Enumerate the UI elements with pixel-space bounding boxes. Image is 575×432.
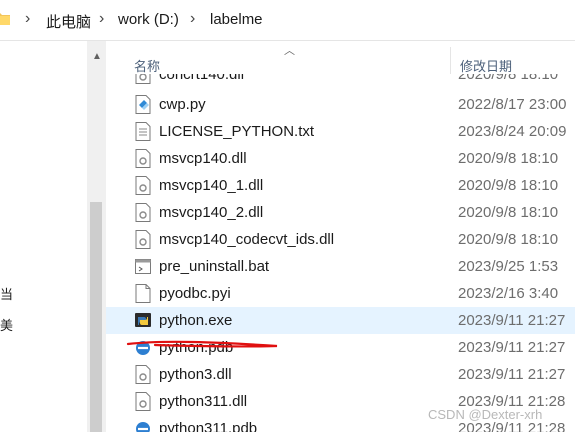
- folder-icon: [0, 13, 10, 25]
- file-date: 2023/8/24 20:09: [458, 123, 567, 140]
- file-row[interactable]: msvcp140_codecvt_ids.dll 2020/9/8 18:10: [106, 226, 575, 253]
- scrollbar-thumb[interactable]: [90, 202, 102, 432]
- batch-file-icon: [135, 259, 151, 274]
- python-exe-icon: [135, 313, 151, 327]
- file-name: LICENSE_PYTHON.txt: [159, 123, 315, 140]
- breadcrumb-this-pc[interactable]: 此电脑: [46, 11, 91, 32]
- file-date: 2023/9/11 21:27: [458, 339, 566, 356]
- file-row[interactable]: LICENSE_PYTHON.txt 2023/8/24 20:09: [106, 118, 575, 145]
- nav-scrollbar[interactable]: ▲: [87, 41, 106, 432]
- file-date: 2023/9/11 21:27: [458, 312, 566, 329]
- dll-icon: [135, 230, 151, 249]
- file-date: 2023/9/25 1:53: [458, 258, 559, 275]
- nav-item-label[interactable]: 当: [0, 284, 13, 303]
- file-name: msvcp140.dll: [159, 150, 247, 167]
- file-row[interactable]: msvcp140_2.dll 2020/9/8 18:10: [106, 199, 575, 226]
- file-name: cwp.py: [159, 96, 206, 113]
- file-name: msvcp140_1.dll: [159, 177, 264, 194]
- file-row[interactable]: pyodbc.pyi 2023/2/16 3:40: [106, 280, 575, 307]
- dll-icon: [135, 365, 151, 384]
- sort-ascending-icon: ︿: [284, 45, 295, 57]
- dll-icon: [135, 74, 151, 84]
- file-row[interactable]: concrt140.dll 2020/9/8 18:10: [106, 74, 575, 88]
- watermark: CSDN @Dexter-xrh: [428, 407, 543, 422]
- scroll-up-icon[interactable]: ▲: [92, 51, 102, 62]
- address-bar[interactable]: › 此电脑 › work (D:) › labelme: [0, 0, 575, 41]
- dll-icon: [135, 149, 151, 168]
- breadcrumb-separator[interactable]: ›: [190, 10, 195, 28]
- dll-icon: [135, 392, 151, 411]
- file-name: msvcp140_codecvt_ids.dll: [159, 231, 335, 248]
- column-date-header[interactable]: 修改日期: [460, 56, 512, 75]
- breadcrumb-drive-d[interactable]: work (D:): [118, 11, 179, 28]
- navigation-pane: 当 美: [0, 41, 87, 432]
- file-date: 2023/9/11 21:27: [458, 366, 566, 383]
- file-row-selected[interactable]: python.exe 2023/9/11 21:27: [106, 307, 575, 334]
- breadcrumb-separator[interactable]: ›: [25, 10, 30, 28]
- file-date: 2023/2/16 3:40: [458, 285, 559, 302]
- file-date: 2020/9/8 18:10: [458, 177, 559, 194]
- file-date: 2022/8/17 23:00: [458, 96, 567, 113]
- python-script-icon: [135, 95, 151, 114]
- file-row[interactable]: cwp.py 2022/8/17 23:00: [106, 91, 575, 118]
- nav-item-label[interactable]: 美: [0, 315, 13, 334]
- text-file-icon: [135, 122, 151, 141]
- column-divider[interactable]: [450, 47, 451, 74]
- file-date: 2020/9/8 18:10: [458, 231, 559, 248]
- file-row[interactable]: python3.dll 2023/9/11 21:27: [106, 361, 575, 388]
- file-row[interactable]: pre_uninstall.bat 2023/9/25 1:53: [106, 253, 575, 280]
- file-name: python311.pdb: [159, 420, 258, 432]
- file-row[interactable]: msvcp140_1.dll 2020/9/8 18:10: [106, 172, 575, 199]
- red-underline-annotation: [126, 340, 278, 348]
- column-name-header[interactable]: 名称: [134, 56, 160, 75]
- file-date: 2020/9/8 18:10: [458, 74, 559, 83]
- file-date: 2020/9/8 18:10: [458, 150, 559, 167]
- breadcrumb-labelme[interactable]: labelme: [210, 11, 263, 28]
- file-name: pre_uninstall.bat: [159, 258, 270, 275]
- file-name: python.exe: [159, 312, 233, 329]
- file-date: 2020/9/8 18:10: [458, 204, 559, 221]
- pdb-file-icon: [136, 422, 150, 432]
- dll-icon: [135, 176, 151, 195]
- column-header: ︿ 名称 修改日期: [106, 41, 575, 74]
- file-name: msvcp140_2.dll: [159, 204, 264, 221]
- generic-file-icon: [135, 284, 151, 303]
- dll-icon: [135, 203, 151, 222]
- file-row[interactable]: msvcp140.dll 2020/9/8 18:10: [106, 145, 575, 172]
- file-name: pyodbc.pyi: [159, 285, 231, 302]
- file-list: concrt140.dll 2020/9/8 18:10 cwp.py 2022…: [106, 74, 575, 432]
- file-name: concrt140.dll: [159, 74, 245, 83]
- file-name: python311.dll: [159, 393, 248, 410]
- file-name: python3.dll: [159, 366, 232, 383]
- breadcrumb-separator[interactable]: ›: [99, 10, 104, 28]
